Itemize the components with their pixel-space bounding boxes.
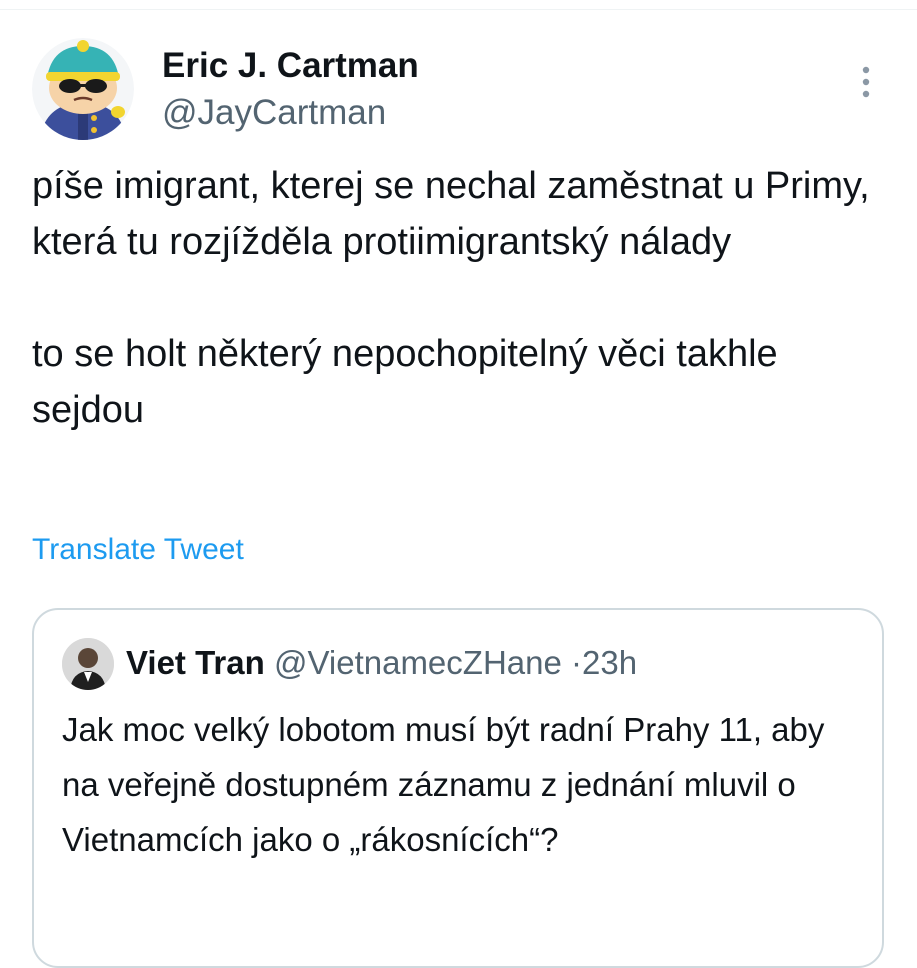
quoted-author-avatar: [62, 638, 114, 690]
meta-separator: ·: [571, 644, 583, 681]
author-handle[interactable]: @JayCartman: [162, 91, 386, 135]
quoted-author-name: Viet Tran: [126, 644, 265, 681]
cartoon-avatar-icon: [32, 38, 134, 140]
more-vertical-icon[interactable]: [852, 62, 880, 102]
quoted-tweet-time: 23h: [582, 644, 638, 681]
person-photo-icon: [62, 638, 114, 690]
top-divider: [0, 9, 917, 10]
quoted-tweet-card[interactable]: Viet Tran @VietnamecZHane ·23h Jak moc v…: [32, 608, 884, 968]
quoted-author-handle: @VietnamecZHane: [273, 644, 562, 681]
quoted-tweet-text: Jak moc velký lobotom musí být radní Pra…: [62, 711, 825, 858]
tweet-text: píše imigrant, kterej se nechal zaměstna…: [32, 165, 870, 431]
author-avatar[interactable]: [32, 38, 134, 140]
translate-tweet-link[interactable]: Translate Tweet: [32, 530, 244, 570]
quoted-tweet-header: Viet Tran @VietnamecZHane ·23h: [126, 640, 637, 686]
author-name[interactable]: Eric J. Cartman: [162, 44, 419, 88]
